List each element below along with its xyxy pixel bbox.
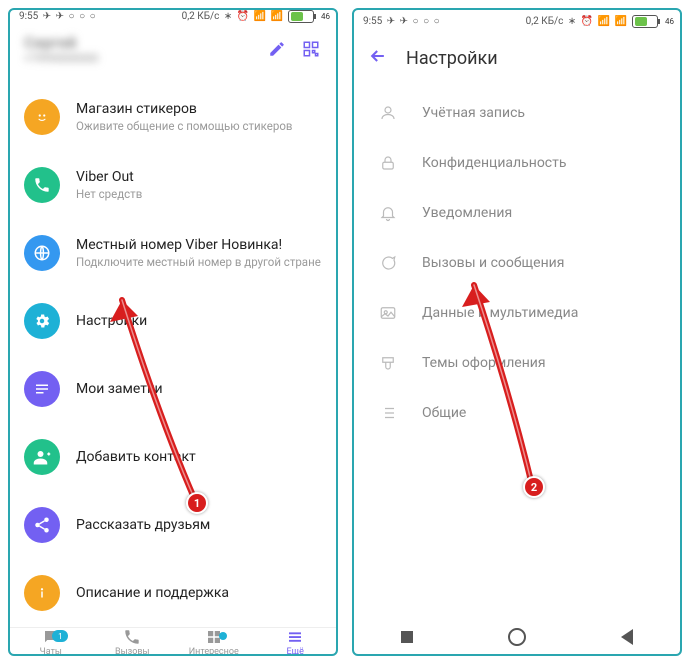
item-subtitle: Подключите местный номер в другой стране (76, 255, 322, 270)
item-stickers[interactable]: Магазин стикеров Оживите общение с помощ… (10, 83, 336, 151)
add-user-icon (24, 439, 60, 475)
row-privacy[interactable]: Конфиденциальность (354, 138, 680, 188)
status-bar: 9:55 ✈ ✈ ○ ○ ○ 0,2 КБ/с ∗ ⏰ 📶 📶 46 (354, 10, 680, 32)
signal-icon: 📶 (598, 16, 610, 27)
page-title: Настройки (406, 48, 498, 69)
phone-screen-more: 9:55 ✈ ✈ ○ ○ ○ 0,2 КБ/с ∗ ⏰ 📶 📶 46 Серге… (8, 8, 338, 656)
item-share[interactable]: Рассказать друзьям (10, 491, 336, 559)
profile-header: Сергей +79990000000 (10, 23, 336, 83)
alarm-icon: ⏰ (581, 16, 593, 27)
nav-more[interactable]: Ещё (255, 628, 337, 656)
item-title: Мои заметки (76, 381, 322, 397)
user-icon (376, 104, 400, 122)
gear-icon (24, 303, 60, 339)
item-settings[interactable]: Настройки (10, 287, 336, 355)
item-title: Добавить контакт (76, 449, 322, 465)
info-icon (24, 575, 60, 611)
row-account[interactable]: Учётная запись (354, 88, 680, 138)
row-general[interactable]: Общие (354, 388, 680, 438)
recent-apps-button[interactable] (401, 631, 413, 643)
media-icon (376, 304, 400, 322)
wifi-icon: 📶 (271, 11, 283, 22)
step-marker-2: 2 (523, 476, 545, 498)
brush-icon (376, 354, 400, 372)
item-localnumber[interactable]: Местный номер Viber Новинка! Подключите … (10, 219, 336, 287)
status-bar: 9:55 ✈ ✈ ○ ○ ○ 0,2 КБ/с ∗ ⏰ 📶 📶 46 (10, 10, 336, 23)
item-title: Описание и поддержка (76, 585, 322, 601)
battery-icon (288, 10, 314, 23)
battery-text: 46 (321, 12, 330, 21)
status-data: 0,2 КБ/с (526, 16, 564, 27)
sticker-icon (24, 99, 60, 135)
item-subtitle: Оживите общение с помощью стикеров (76, 119, 322, 134)
item-info[interactable]: Описание и поддержка (10, 559, 336, 627)
row-themes[interactable]: Темы оформления (354, 338, 680, 388)
back-button[interactable] (621, 629, 633, 645)
bottom-nav: 1 Чаты Вызовы Интересное Ещё (10, 627, 336, 656)
status-dot: ○ (79, 11, 85, 22)
row-media[interactable]: Данные и мультимедиа (354, 288, 680, 338)
bluetooth-icon: ∗ (568, 16, 579, 27)
wifi-icon: 📶 (615, 16, 627, 27)
row-calls-messages[interactable]: Вызовы и сообщения (354, 238, 680, 288)
item-addcontact[interactable]: Добавить контакт (10, 423, 336, 491)
nav-calls[interactable]: Вызовы (92, 628, 174, 656)
item-title: Рассказать друзьям (76, 517, 322, 533)
edit-icon[interactable] (266, 40, 288, 58)
signal-icon: 📶 (254, 11, 266, 22)
phone-screen-settings: 9:55 ✈ ✈ ○ ○ ○ 0,2 КБ/с ∗ ⏰ 📶 📶 46 Настр… (352, 8, 682, 656)
back-arrow-icon[interactable] (368, 46, 388, 70)
item-viberout[interactable]: Viber Out Нет средств (10, 151, 336, 219)
telegram-icon: ✈ (56, 11, 64, 22)
home-button[interactable] (508, 628, 526, 646)
status-dot: ○ (69, 11, 75, 22)
status-time: 9:55 (19, 11, 38, 22)
row-notifications[interactable]: Уведомления (354, 188, 680, 238)
telegram-icon: ✈ (387, 16, 395, 27)
bluetooth-icon: ∗ (224, 11, 235, 22)
item-notes[interactable]: Мои заметки (10, 355, 336, 423)
phone-icon (24, 167, 60, 203)
status-dot: ○ (434, 16, 440, 27)
bell-icon (376, 204, 400, 222)
notes-icon (24, 371, 60, 407)
item-subtitle: Нет средств (76, 187, 322, 202)
share-icon (24, 507, 60, 543)
telegram-icon: ✈ (43, 11, 51, 22)
profile-name[interactable]: Сергей +79990000000 (24, 33, 254, 65)
nav-badge: 1 (52, 630, 68, 642)
list-icon (376, 404, 400, 422)
lock-icon (376, 154, 400, 172)
status-dot: ○ (413, 16, 419, 27)
telegram-icon: ✈ (400, 16, 408, 27)
item-title: Настройки (76, 313, 322, 329)
nav-dot (219, 632, 227, 640)
qr-icon[interactable] (300, 40, 322, 58)
status-dot: ○ (90, 11, 96, 22)
item-title: Магазин стикеров (76, 101, 322, 117)
item-title: Местный номер Viber Новинка! (76, 237, 322, 253)
battery-text: 46 (665, 17, 674, 26)
nav-explore[interactable]: Интересное (173, 628, 255, 656)
item-title: Viber Out (76, 169, 322, 185)
status-dot: ○ (423, 16, 429, 27)
battery-icon (632, 15, 658, 28)
chat-icon (376, 254, 400, 272)
settings-header: Настройки (354, 32, 680, 88)
system-nav (354, 620, 680, 654)
globe-icon (24, 235, 60, 271)
status-data: 0,2 КБ/с (182, 11, 220, 22)
nav-chats[interactable]: 1 Чаты (10, 628, 92, 656)
alarm-icon: ⏰ (237, 11, 249, 22)
status-time: 9:55 (363, 16, 382, 27)
